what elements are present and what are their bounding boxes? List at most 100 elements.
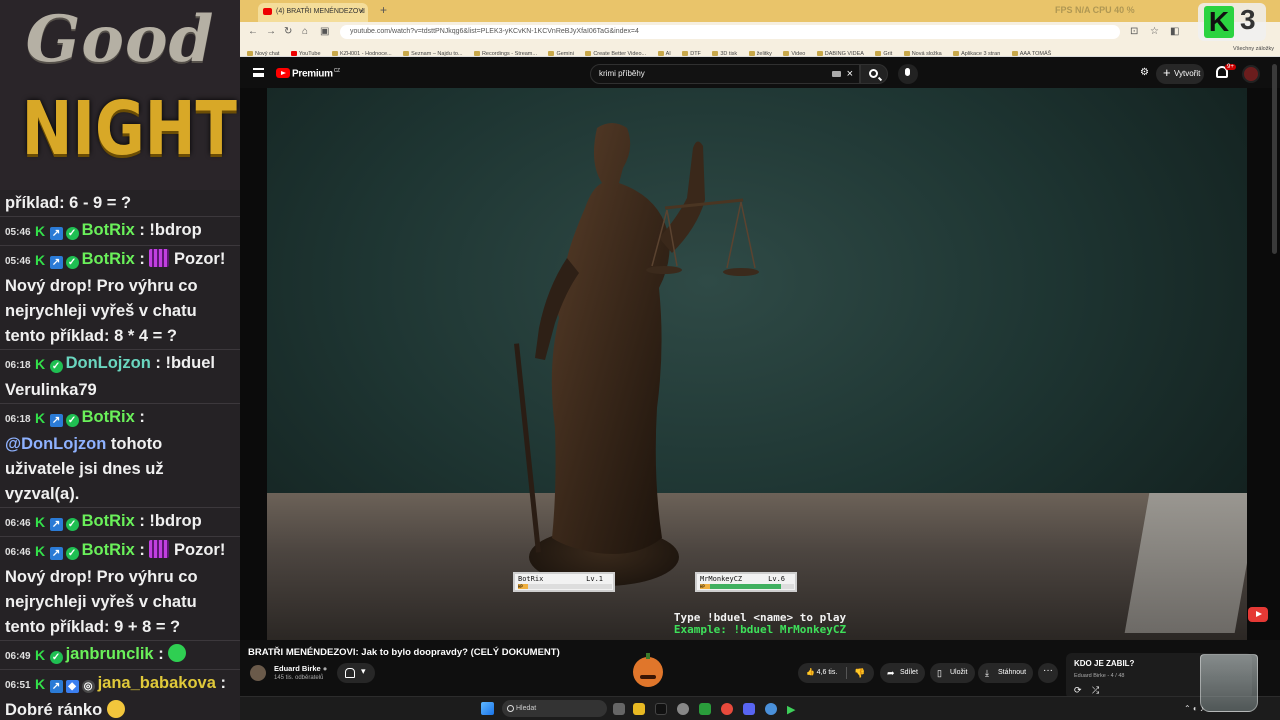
bookmark-folder[interactable]: DABING VIDEA <box>816 47 864 56</box>
like-button[interactable]: 👍 4,6 tis. <box>806 663 837 683</box>
windows-start-icon[interactable] <box>481 702 494 715</box>
verified-badge-icon: ✓ <box>65 518 79 531</box>
kick-counter: 3 <box>1240 4 1256 35</box>
chat-message: 05:46 K ↗ ✓ BotRix : !bdrop <box>0 217 240 246</box>
chrome-icon[interactable] <box>721 703 733 715</box>
new-tab-button[interactable]: + <box>380 3 387 17</box>
bookmark-item[interactable]: KZH001 - Hodnoce... <box>332 47 392 56</box>
bookmark-folder[interactable]: Grit <box>875 47 892 56</box>
brand-label: Premium <box>292 68 333 80</box>
bookmark-item[interactable]: YouTube <box>290 47 321 56</box>
taskbar-search[interactable]: Hledat <box>502 700 607 717</box>
xbox-icon[interactable] <box>699 703 711 715</box>
url-input[interactable]: youtube.com/watch?v=tdsttPNJkqg6&list=PL… <box>340 25 1120 39</box>
video-title: BRATŘI MENÉNDEZOVI: Jak to bylo doopravd… <box>248 647 560 658</box>
verified-badge-icon: ✓ <box>65 414 79 427</box>
settings-icon[interactable] <box>677 703 689 715</box>
chat-time: 06:46 <box>5 518 31 529</box>
account-avatar[interactable] <box>1242 65 1260 83</box>
file-explorer-icon[interactable] <box>633 703 645 715</box>
bookmark-item[interactable]: Create Better Video... <box>585 47 646 56</box>
chat-username[interactable]: DonLojzon <box>66 354 151 372</box>
clear-search-icon[interactable]: × <box>847 65 853 83</box>
tiktok-icon[interactable] <box>655 703 667 715</box>
bot-badge-icon: ↗ <box>49 518 63 531</box>
youtube-brand[interactable]: PremiumCZ <box>292 68 340 79</box>
home-icon[interactable]: ⌂ <box>302 26 308 37</box>
download-button[interactable]: ⤓ Stáhnout <box>978 663 1034 683</box>
bookmark-folder[interactable]: Nová složka <box>903 47 942 56</box>
shuffle-icon[interactable]: ⤮ <box>1092 685 1099 696</box>
task-view-icon[interactable] <box>613 703 625 715</box>
loop-icon[interactable]: ⟳ <box>1074 685 1082 696</box>
close-tab-icon[interactable]: × <box>359 3 364 21</box>
chat-username[interactable]: BotRix <box>82 408 135 426</box>
chat-username[interactable]: BotRix <box>82 541 135 559</box>
bookmark-item[interactable]: Nový chat <box>247 47 279 56</box>
extension-icon[interactable]: ◧ <box>1170 26 1179 37</box>
chat-username[interactable]: BotRix <box>82 221 135 239</box>
video-player[interactable]: BotRix Lv.1 HP MrMonkeyCZ Lv.6 HP Type !… <box>240 88 1280 640</box>
bookmarks-bar: Nový chat YouTube KZH001 - Hodnoce... Se… <box>240 42 1280 57</box>
discord-icon[interactable] <box>743 703 755 715</box>
search-input[interactable]: krimi příběhy × <box>590 64 860 84</box>
chat-mention[interactable]: @DonLojzon <box>5 435 106 453</box>
create-button[interactable]: Vytvořit <box>1156 63 1204 84</box>
stream-chat-panel: Good NIGHT příklad: 6 - 9 = ? 05:46 K ↗ ✓ Bo… <box>0 0 240 720</box>
hp-label: HP <box>700 584 710 589</box>
chat-message: 06:46 K ↗ ✓ BotRix : !bdrop <box>0 508 240 537</box>
green-emote-icon <box>168 644 187 662</box>
more-actions-icon[interactable]: ··· <box>1038 663 1058 683</box>
share-button[interactable]: ➦ Sdílet <box>880 663 925 683</box>
bookmark-folder[interactable]: AAA TOMÁŠ <box>1011 47 1051 56</box>
youtube-logo-icon[interactable] <box>276 68 290 78</box>
bookmark-folder[interactable]: želitky <box>748 47 772 56</box>
kick-badge-icon: K <box>35 252 46 268</box>
chat-username[interactable]: BotRix <box>82 512 135 530</box>
install-icon[interactable]: ⊡ <box>1130 26 1138 37</box>
tab-list-icon[interactable]: ▣ <box>320 26 329 37</box>
dislike-icon[interactable]: 👎 <box>854 663 865 683</box>
keyboard-icon[interactable] <box>832 71 841 77</box>
youtube-overlay-icon[interactable] <box>1248 607 1268 622</box>
tab-title: (4) BRATŘI MENÉNDEZOVI <box>276 8 365 15</box>
bookmark-folder[interactable]: 3D tisk <box>712 47 737 56</box>
youtube-favicon-icon <box>263 8 272 15</box>
pumpkin-overlay-icon <box>633 653 663 687</box>
bookmark-folder[interactable]: DTF <box>682 47 701 56</box>
tab-youtube[interactable]: (4) BRATŘI MENÉNDEZOVI × <box>258 3 368 22</box>
voice-search-icon[interactable] <box>898 64 918 84</box>
page-scrollbar[interactable] <box>1272 64 1277 254</box>
search-value: krimi příběhy <box>599 69 645 78</box>
chat-username[interactable]: BotRix <box>82 250 135 268</box>
save-button[interactable]: ▯ Uložit <box>930 663 975 683</box>
bookmark-folder[interactable]: Video <box>783 47 805 56</box>
chat-username[interactable]: janbrunclik <box>66 645 154 663</box>
cast-icon[interactable]: ⚙ <box>1140 67 1149 78</box>
channel-avatar[interactable] <box>250 665 266 681</box>
reload-icon[interactable]: ↻ <box>284 26 292 37</box>
chat-time: 06:49 <box>5 651 31 662</box>
bookmark-folder[interactable]: Aplikace 3 stran <box>953 47 1000 56</box>
chat-username[interactable]: jana_babakova <box>98 674 216 692</box>
tab-bar: (4) BRATŘI MENÉNDEZOVI × + FPS N/A CPU 4… <box>240 0 1280 22</box>
bookmark-star-icon[interactable]: ☆ <box>1150 26 1159 37</box>
browser-app-icon[interactable] <box>765 703 777 715</box>
subscribed-bell-button[interactable] <box>337 663 375 683</box>
bookmark-item[interactable]: Recordings - Stream... <box>473 47 537 56</box>
duel-player1-card: BotRix Lv.1 HP <box>513 572 615 592</box>
duel-player2-hp-bar: HP <box>700 584 794 589</box>
party-emote-icon <box>149 540 170 558</box>
all-bookmarks[interactable]: Všechny záložky <box>1233 42 1274 56</box>
bookmark-folder[interactable]: AI <box>657 47 671 56</box>
channel-name[interactable]: Eduard Birke ● <box>274 664 327 673</box>
play-app-icon[interactable]: ▶ <box>787 703 799 716</box>
browser-window: (4) BRATŘI MENÉNDEZOVI × + FPS N/A CPU 4… <box>240 0 1280 720</box>
bookmark-item[interactable]: Seznam – Najdu to... <box>403 47 463 56</box>
bookmark-item[interactable]: Gemini <box>548 47 574 56</box>
forward-icon[interactable]: → <box>266 26 276 37</box>
menu-icon[interactable] <box>253 68 264 77</box>
search-button[interactable] <box>860 64 888 84</box>
back-icon[interactable]: ← <box>248 26 258 37</box>
duel-player2-card: MrMonkeyCZ Lv.6 HP <box>695 572 797 592</box>
